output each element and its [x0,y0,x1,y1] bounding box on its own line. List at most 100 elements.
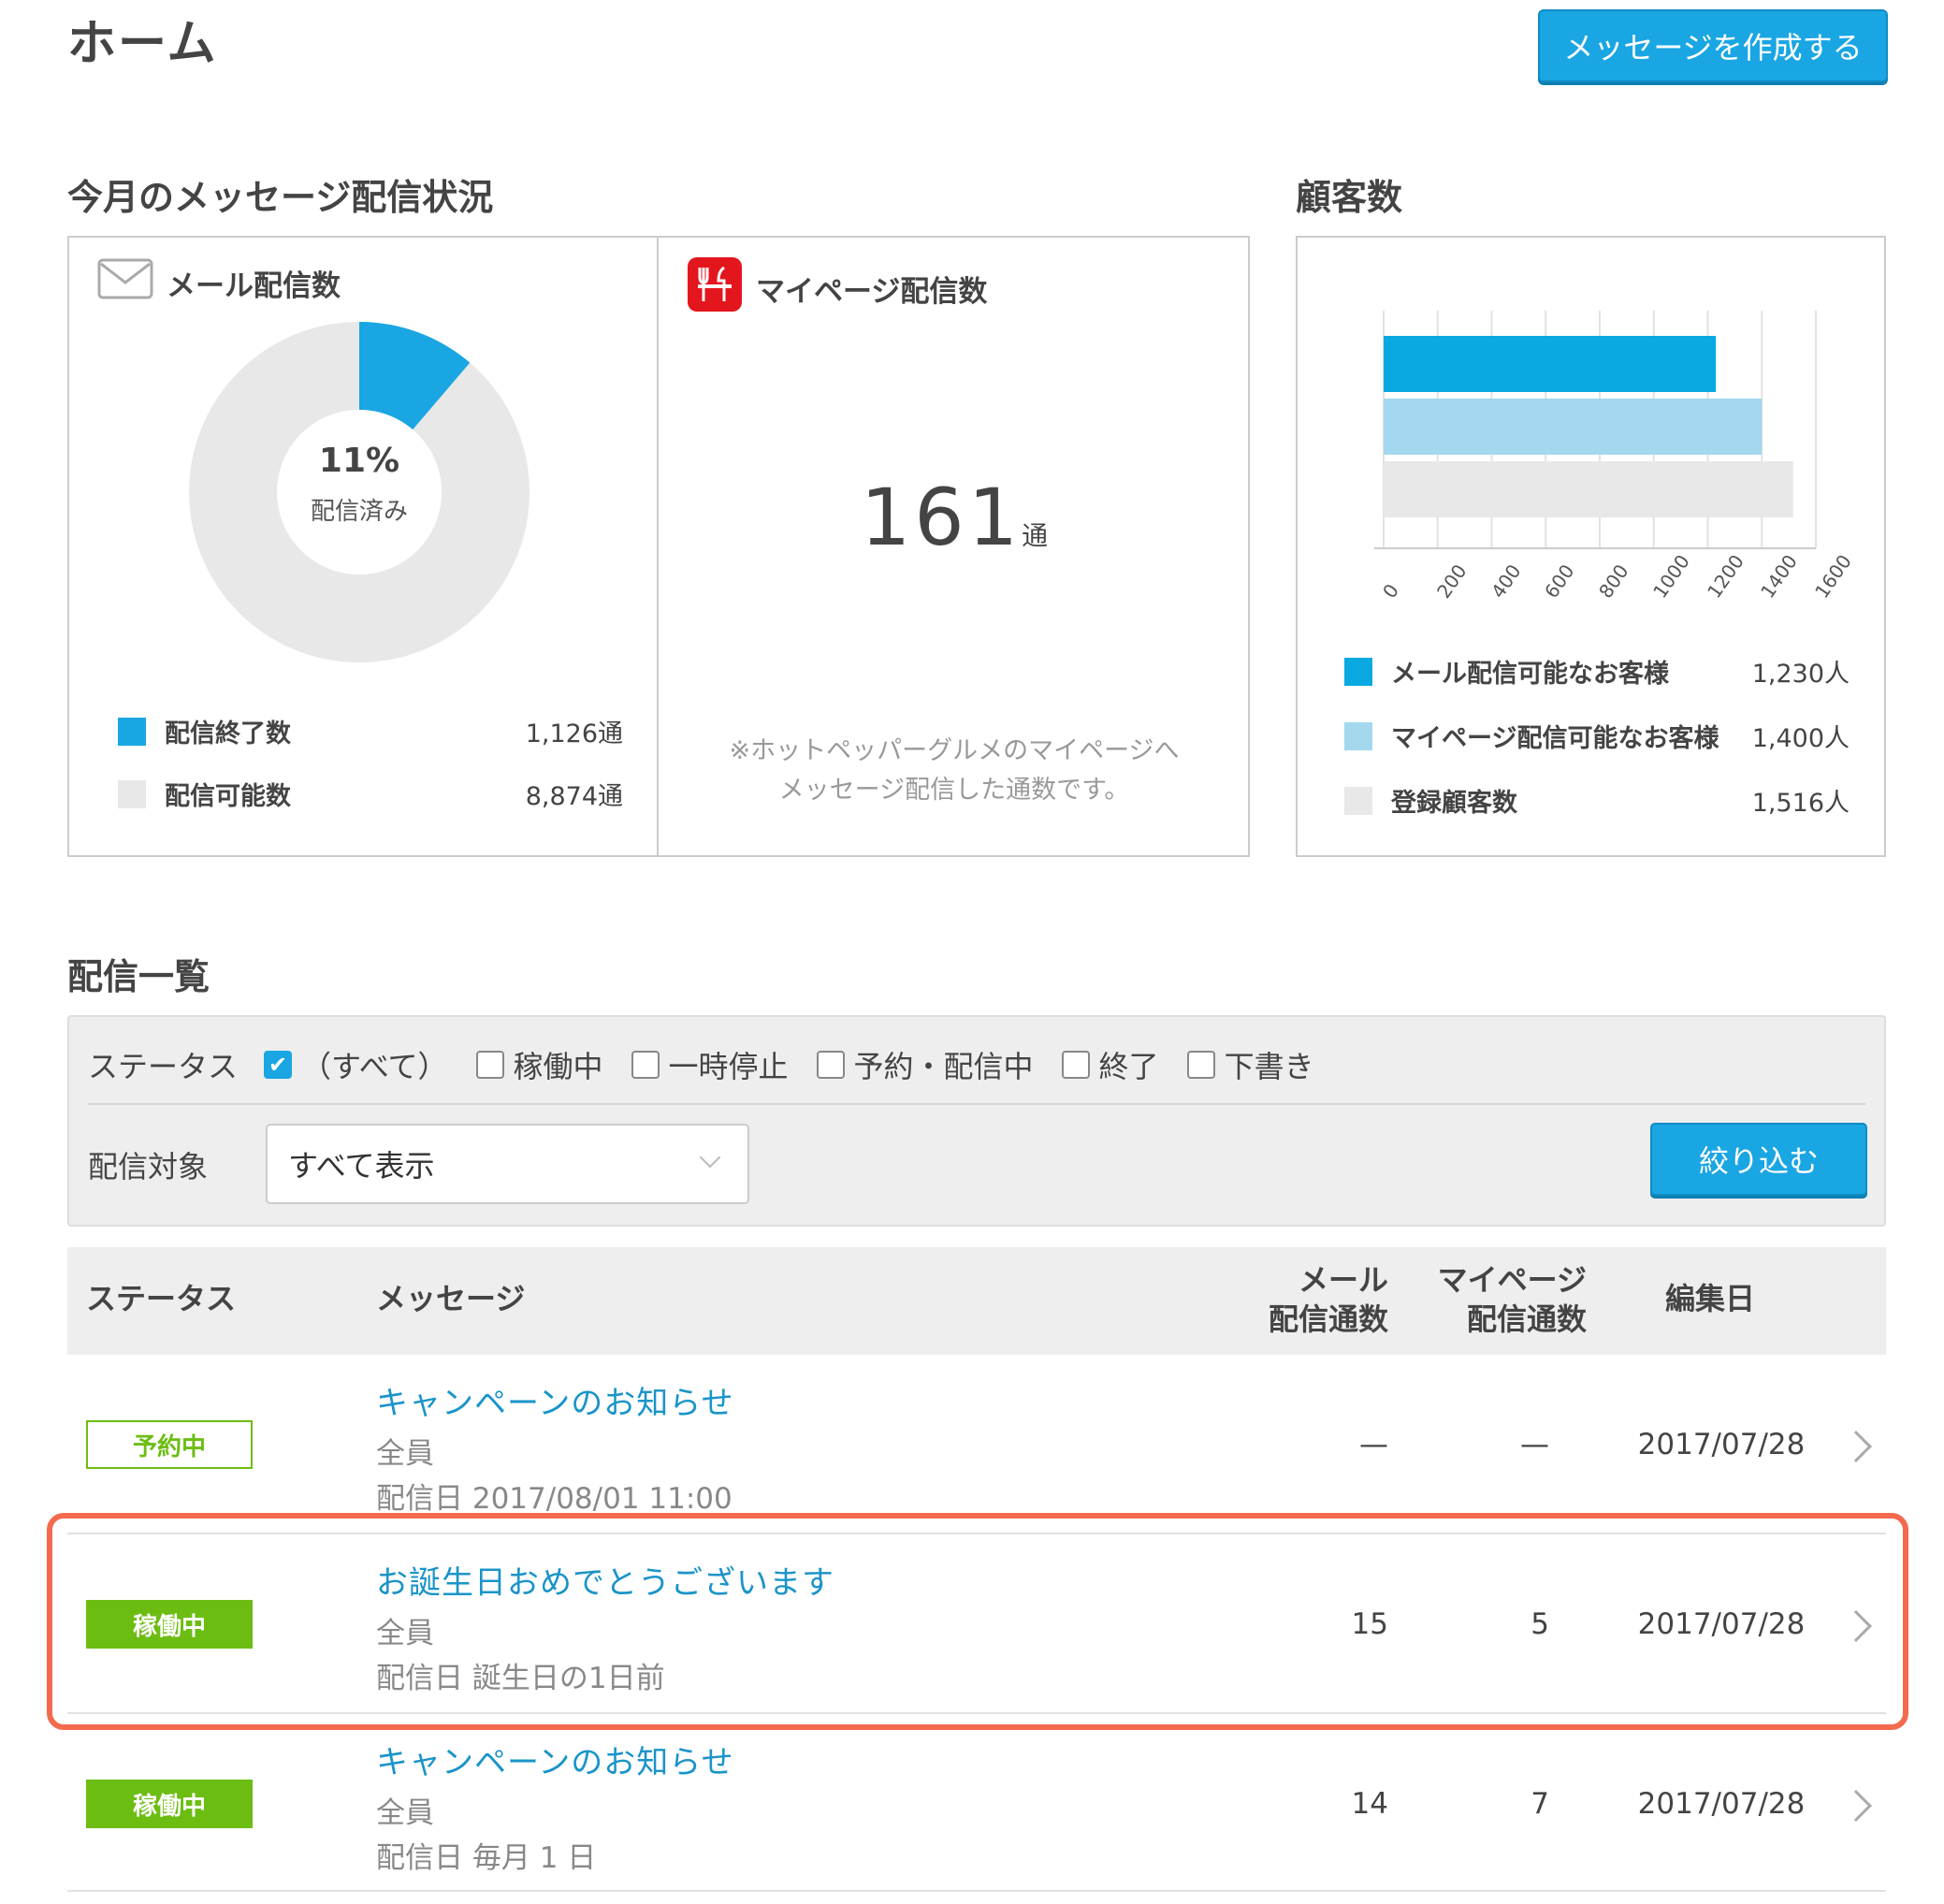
legend-value: 1,230人 [1751,660,1850,689]
checkbox-active[interactable]: 稼働中 [475,1043,603,1086]
note-line: ※ホットペッパーグルメのマイページへ [729,736,1180,765]
legend-value: 1,400人 [1751,724,1850,753]
checkbox-label: 下書き [1224,1049,1314,1084]
table-row[interactable]: 予約中 キャンペーンのお知らせ 全員 配信日 2017/08/01 11:00 … [67,1355,1886,1534]
checkbox-label: 稼働中 [513,1049,603,1084]
message-title-link[interactable]: キャンペーンのお知らせ [376,1377,734,1423]
x-tick-label: 600 [1540,560,1579,603]
message-schedule: 配信日 毎月 1 日 [376,1841,597,1875]
col-mail-count: メール 配信通数 [1220,1260,1388,1339]
checkbox-label: 一時停止 [668,1049,789,1084]
filter-divider [88,1103,1865,1105]
customers-section-title: 顧客数 [1296,177,1403,218]
legend-swatch [1344,721,1372,750]
chevron-right-icon [1840,1610,1872,1642]
mypage-delivery-panel: マイページ配信数 161通 ※ホットペッパーグルメのマイページへ メッセージ配信… [657,236,1250,857]
legend-label: マイページ配信可能なお客様 [1391,724,1719,753]
legend-value: 8,874通 [525,782,623,811]
checkbox-all[interactable]: ✔ （すべて） [264,1043,448,1086]
mail-count: 14 [1351,1787,1388,1821]
mail-count: 15 [1351,1607,1388,1641]
x-tick-label: 200 [1431,560,1472,603]
message-target: 全員 [376,1617,434,1650]
filter-submit-button[interactable]: 絞り込む [1650,1123,1867,1196]
x-tick-label: 0 [1378,579,1403,603]
status-badge: 予約中 [86,1420,253,1469]
edited-date: 2017/07/28 [1637,1787,1806,1821]
legend-item-mail-customers: メール配信可能なお客様 1,230人 [1344,653,1850,690]
mail-panel-header: メール配信数 [97,256,341,309]
chevron-down-icon [699,1146,721,1169]
checkbox-box [816,1051,845,1079]
col-status: ステータス [86,1281,237,1316]
checkbox-box [631,1051,660,1079]
col-mypage-line: マイページ [1437,1262,1587,1298]
mypage-count: 7 [1531,1787,1549,1821]
legend-value: 1,516人 [1751,789,1850,818]
legend-swatch [118,717,146,746]
message-target: 全員 [376,1796,434,1830]
mypage-count-unit: 通 [1022,520,1049,551]
message-title-link[interactable]: キャンペーンのお知らせ [376,1737,734,1782]
legend-item-available: 配信可能数 8,874通 [118,776,623,812]
checkbox-ended[interactable]: 終了 [1061,1043,1159,1086]
checkbox-label: 終了 [1098,1049,1159,1084]
chevron-right-icon [1840,1431,1872,1462]
x-tick-label: 800 [1594,560,1633,603]
mypage-count: — [1520,1428,1549,1461]
donut-percent: 11% [318,442,400,480]
checkbox-scheduled[interactable]: 予約・配信中 [816,1043,1034,1086]
mail-icon [97,256,153,309]
mail-legend: 配信終了数 1,126通 配信可能数 8,874通 [118,713,623,812]
legend-label: メール配信可能なお客様 [1391,660,1669,689]
col-mail-line: メール [1298,1262,1388,1298]
legend-swatch [1344,786,1372,815]
note-line: メッセージ配信した通数です。 [778,776,1130,805]
col-message: メッセージ [376,1281,526,1316]
page-title: ホーム [67,16,218,72]
mail-count: — [1359,1428,1388,1461]
mypage-note: ※ホットペッパーグルメのマイページへ メッセージ配信した通数です。 [659,732,1250,810]
legend-item-mypage-customers: マイページ配信可能なお客様 1,400人 [1344,718,1850,754]
table-row[interactable]: 稼働中 キャンペーンのお知らせ 全員 配信日 毎月 1 日 14 7 2017/… [67,1714,1886,1892]
list-section-title: 配信一覧 [67,956,210,997]
mail-panel-title: メール配信数 [167,269,341,303]
customers-legend: メール配信可能なお客様 1,230人 マイページ配信可能なお客様 1,400人 … [1344,653,1850,819]
x-tick-label: 1600 [1810,550,1856,603]
status-filter-label: ステータス [88,1049,239,1084]
check-icon: ✔ [264,1051,293,1079]
legend-item-registered: 登録顧客数 1,516人 [1344,782,1850,819]
message-title-link[interactable]: お誕生日おめでとうございます [376,1557,834,1603]
status-badge: 稼働中 [86,1780,253,1828]
checkbox-draft[interactable]: 下書き [1186,1043,1314,1086]
legend-item-sent: 配信終了数 1,126通 [118,713,623,749]
checkbox-label: 予約・配信中 [853,1049,1034,1084]
edited-date: 2017/07/28 [1637,1607,1806,1641]
table-row[interactable]: 稼働中 お誕生日おめでとうございます 全員 配信日 誕生日の1日前 15 5 2… [67,1534,1886,1714]
legend-label: 登録顧客数 [1391,789,1517,818]
checkbox-paused[interactable]: 一時停止 [631,1043,789,1086]
x-tick-label: 400 [1486,560,1526,603]
col-mypage-line: 配信通数 [1466,1301,1587,1337]
legend-value: 1,126通 [525,719,623,749]
mypage-panel-title: マイページ配信数 [756,274,988,309]
target-select[interactable]: すべて表示 [266,1124,749,1204]
mypage-count: 5 [1531,1607,1549,1641]
col-mypage-count: マイページ 配信通数 [1386,1260,1587,1339]
mypage-count-block: 161通 [659,472,1250,563]
status-badge: 稼働中 [86,1600,253,1649]
message-target: 全員 [376,1437,434,1471]
status-filter-row: ステータス ✔ （すべて） 稼働中 一時停止 予約・配信中 終了 下書き [88,1043,1342,1086]
legend-label: 配信終了数 [165,719,291,749]
chevron-right-icon [1840,1790,1872,1822]
checkbox-box [475,1051,504,1079]
mypage-count: 161 [860,472,1023,563]
edited-date: 2017/07/28 [1637,1428,1806,1461]
mypage-panel-header: マイページ配信数 [687,256,987,320]
message-schedule: 配信日 誕生日の1日前 [376,1662,665,1695]
legend-label: 配信可能数 [165,782,291,811]
target-filter-label: 配信対象 [88,1149,209,1185]
compose-message-button[interactable]: メッセージを作成する [1538,9,1888,82]
x-tick-label: 1000 [1647,550,1694,603]
donut-caption: 配信済み [310,498,408,526]
